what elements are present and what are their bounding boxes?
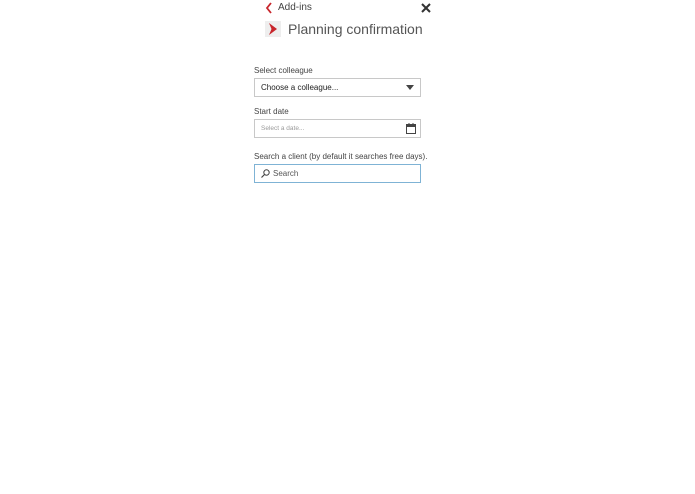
colleague-select-value: Choose a colleague... bbox=[261, 83, 339, 92]
search-field bbox=[254, 164, 421, 183]
colleague-label: Select colleague bbox=[254, 66, 313, 75]
close-icon bbox=[421, 3, 431, 13]
back-to-add-ins-link[interactable]: Add-ins bbox=[264, 1, 312, 15]
search-client-label: Search a client (by default it searches … bbox=[254, 152, 428, 161]
start-date-input[interactable] bbox=[255, 120, 401, 137]
page-title: Planning confirmation bbox=[288, 21, 423, 37]
start-date-field bbox=[254, 119, 421, 138]
close-button[interactable] bbox=[420, 2, 432, 14]
search-input[interactable] bbox=[273, 165, 413, 182]
chevron-left-icon bbox=[265, 2, 272, 14]
app-logo-icon bbox=[265, 21, 281, 37]
colleague-select[interactable]: Choose a colleague... bbox=[254, 78, 421, 97]
app-logo bbox=[265, 21, 281, 37]
back-label: Add-ins bbox=[278, 2, 312, 13]
search-icon bbox=[261, 169, 270, 178]
add-in-pane: Add-ins Planning confirmation Select col… bbox=[0, 0, 695, 494]
start-date-label: Start date bbox=[254, 107, 289, 116]
calendar-icon[interactable] bbox=[406, 123, 416, 134]
chevron-down-icon bbox=[406, 85, 414, 90]
